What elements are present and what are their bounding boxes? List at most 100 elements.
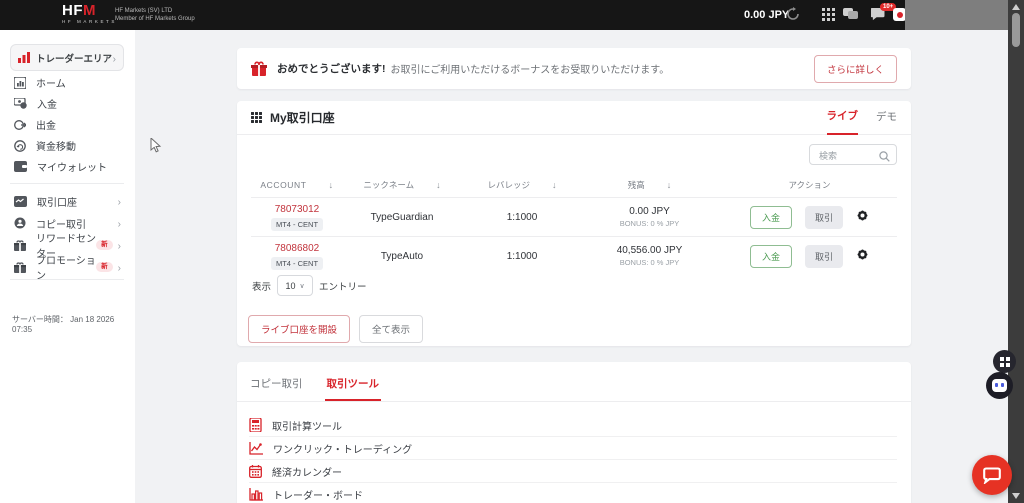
bonus-banner: おめでとうございます! お取引にご利用いただけるボーナスをお受取りいただけます。… — [237, 48, 911, 89]
account-leverage: 1:1000 — [506, 211, 538, 223]
company-line1: HF Markets (SV) LTD — [115, 8, 173, 14]
sidebar-item-withdrawal[interactable]: 出金 — [0, 114, 135, 135]
deposit-button[interactable]: 入金 — [749, 244, 792, 268]
sidebar-item-home[interactable]: ホーム — [0, 72, 135, 93]
logo-accent: M — [83, 2, 96, 19]
column-balance[interactable]: 残高 — [582, 179, 717, 191]
tool-one-click-label: ワンクリック・トレーディング — [273, 444, 413, 456]
company-line2: Member of HF Markets Group — [115, 16, 195, 22]
company-info: HF Markets (SV) LTD Member of HF Markets… — [115, 7, 195, 23]
tab-demo[interactable]: デモ — [876, 101, 897, 134]
promotions-icon — [14, 261, 26, 273]
search-row — [237, 135, 911, 173]
messages-icon[interactable] — [843, 8, 859, 24]
account-bonus: BONUS: 0 % JPY — [619, 219, 680, 228]
notifications-icon[interactable]: 10+ — [870, 3, 897, 24]
tools-card: コピー取引 取引ツール 取引計算ツール ワンクリック・トレーディング 経済カレン… — [237, 362, 911, 503]
copy-trading-icon — [14, 217, 26, 229]
sidebar-withdrawal-label: 出金 — [36, 121, 56, 132]
platform-badge: MT4 - CENT — [270, 217, 324, 231]
account-settings-gear-icon[interactable] — [856, 248, 869, 264]
my-accounts-card: My取引口座 ライブ デモ ACCOUNT ニックネーム レバレッジ 残高 アク… — [237, 101, 911, 346]
sidebar-item-trading-accounts[interactable]: 取引口座 — [0, 190, 135, 212]
refresh-icon[interactable] — [786, 7, 802, 23]
chevron-right-icon — [118, 192, 121, 210]
tool-item-traders-board[interactable]: トレーダー・ボード — [237, 483, 911, 503]
sidebar-deposit-label: 入金 — [37, 100, 57, 111]
chevron-down-icon: ∨ — [299, 282, 305, 290]
withdrawal-icon — [14, 119, 26, 130]
learn-more-button[interactable]: さらに詳しく — [813, 54, 897, 83]
user-profile-area[interactable] — [905, 0, 1008, 30]
tool-item-one-click-trading[interactable]: ワンクリック・トレーディング — [237, 437, 911, 459]
sidebar-item-wallet[interactable]: マイウォレット — [0, 156, 135, 177]
open-live-account-button[interactable]: ライブ口座を開設 — [248, 315, 351, 343]
qr-widget-button[interactable] — [993, 350, 1016, 373]
account-number-link[interactable]: 78086802 — [275, 243, 320, 254]
tools-card-tabs: コピー取引 取引ツール — [237, 362, 911, 402]
accounts-card-actions: ライブ口座を開設 全て表示 — [248, 315, 424, 343]
assistant-widget-button[interactable] — [986, 372, 1013, 399]
transfer-icon — [14, 139, 26, 152]
account-balance: 40,556.00 JPY — [616, 245, 683, 256]
platform-badge: MT4 - CENT — [270, 256, 324, 270]
accounts-card-title: My取引口座 — [270, 111, 335, 125]
scrollbar-thumb[interactable] — [1012, 13, 1020, 47]
live-chat-button[interactable] — [972, 455, 1012, 495]
tool-calculator-label: 取引計算ツール — [272, 421, 342, 433]
chevron-right-icon — [118, 236, 121, 254]
chevron-right-icon — [118, 258, 121, 276]
column-account[interactable]: ACCOUNT — [252, 180, 342, 190]
new-badge: 新 — [96, 240, 113, 250]
sidebar-item-trader-area[interactable]: トレーダーエリア — [10, 44, 124, 71]
tab-trading-tools[interactable]: 取引ツール — [324, 376, 381, 401]
gift-icon — [251, 61, 267, 76]
tool-item-calculator[interactable]: 取引計算ツール — [237, 414, 911, 436]
accounts-card-header: My取引口座 ライブ デモ — [237, 101, 911, 135]
sidebar-copy-trading-label: コピー取引 — [36, 219, 86, 231]
banner-title: おめでとうございます! — [277, 63, 386, 75]
entries-label: エントリー — [319, 281, 367, 293]
tool-item-economic-calendar[interactable]: 経済カレンダー — [237, 460, 911, 482]
column-actions: アクション — [788, 180, 831, 190]
sidebar-item-transfer[interactable]: 資金移動 — [0, 135, 135, 156]
wallet-icon — [14, 161, 27, 172]
hfm-trader-area-page: HFM HF MARKETS HF Markets (SV) LTD Membe… — [0, 0, 1024, 503]
column-nickname[interactable]: ニックネーム — [342, 179, 462, 191]
sidebar-transfer-label: 資金移動 — [36, 142, 76, 153]
scroll-up-arrow[interactable] — [1012, 4, 1020, 10]
qr-code-icon — [999, 356, 1010, 367]
hfm-logo[interactable]: HFM HF MARKETS — [62, 3, 117, 24]
scroll-down-arrow[interactable] — [1012, 493, 1020, 499]
page-scrollbar[interactable] — [1008, 0, 1024, 503]
deposit-button[interactable]: 入金 — [749, 205, 792, 229]
column-leverage[interactable]: レバレッジ — [462, 179, 582, 191]
trade-button[interactable]: 取引 — [805, 244, 844, 268]
sidebar-item-promotions[interactable]: プロモーション 新 — [0, 256, 135, 282]
tab-copy-trading[interactable]: コピー取引 — [248, 376, 305, 401]
calculator-icon — [249, 418, 262, 432]
trading-accounts-icon — [14, 195, 27, 207]
one-click-trading-icon — [249, 441, 263, 455]
tool-calendar-label: 経済カレンダー — [272, 467, 342, 479]
sidebar-divider — [10, 183, 124, 184]
sidebar-home-label: ホーム — [36, 79, 66, 90]
account-bonus: BONUS: 0 % JPY — [619, 258, 680, 267]
server-time: サーバー時間： Jan 18 2026 07:35 — [12, 314, 135, 334]
search-icon — [879, 149, 890, 167]
apps-grid-icon[interactable] — [822, 8, 838, 24]
sidebar-item-deposit[interactable]: 入金 — [0, 93, 135, 114]
account-search[interactable] — [809, 144, 897, 165]
account-leverage: 1:1000 — [506, 250, 538, 262]
show-all-button[interactable]: 全て表示 — [359, 315, 424, 343]
account-balance: 0.00 JPY — [629, 206, 670, 217]
account-number-link[interactable]: 78073012 — [275, 204, 320, 215]
search-input[interactable] — [817, 146, 885, 165]
account-settings-gear-icon[interactable] — [856, 209, 869, 225]
chevron-right-icon — [113, 49, 116, 67]
trade-button[interactable]: 取引 — [805, 205, 844, 229]
show-label: 表示 — [252, 281, 272, 293]
bar-chart-icon — [18, 52, 30, 63]
tab-live[interactable]: ライブ — [826, 100, 858, 135]
page-size-select[interactable]: 10 ∨ — [277, 275, 314, 296]
